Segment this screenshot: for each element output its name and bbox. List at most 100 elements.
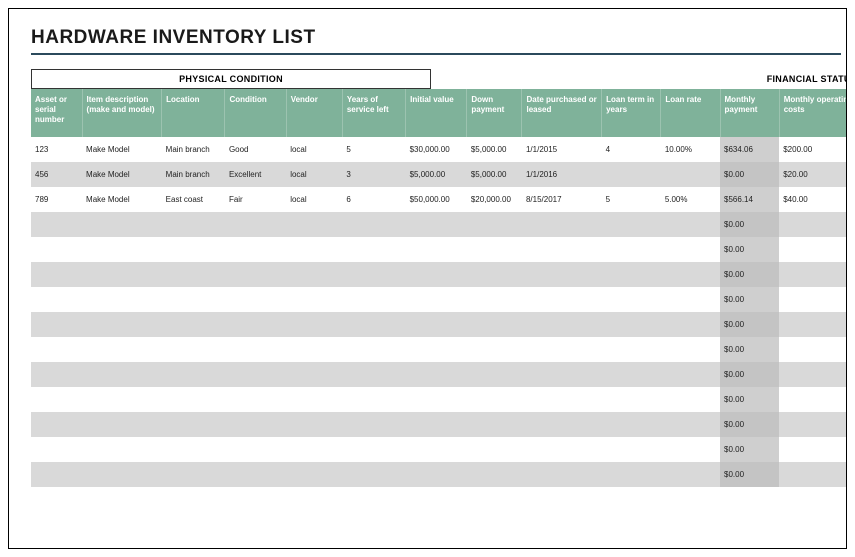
cell-date[interactable]: 1/1/2016 [522, 162, 602, 187]
table-row[interactable]: $0.00 [31, 237, 847, 262]
table-row[interactable]: $0.00 [31, 387, 847, 412]
cell-monthly[interactable]: $0.00 [720, 387, 779, 412]
cell-vendor[interactable] [286, 212, 342, 237]
cell-down[interactable]: $5,000.00 [467, 137, 522, 162]
cell-desc[interactable] [82, 337, 162, 362]
cell-opcost[interactable] [779, 337, 847, 362]
cell-opcost[interactable] [779, 262, 847, 287]
table-row[interactable]: $0.00 [31, 412, 847, 437]
cell-rate[interactable] [661, 387, 720, 412]
cell-rate[interactable] [661, 312, 720, 337]
cell-down[interactable] [467, 387, 522, 412]
cell-monthly[interactable]: $0.00 [720, 287, 779, 312]
cell-asset[interactable]: 123 [31, 137, 82, 162]
cell-desc[interactable] [82, 462, 162, 487]
table-row[interactable]: $0.00 [31, 212, 847, 237]
cell-desc[interactable] [82, 312, 162, 337]
cell-location[interactable] [162, 437, 225, 462]
cell-condition[interactable]: Fair [225, 187, 286, 212]
cell-vendor[interactable] [286, 412, 342, 437]
cell-years[interactable] [342, 287, 405, 312]
cell-years[interactable]: 5 [342, 137, 405, 162]
table-row[interactable]: 456Make ModelMain branchExcellentlocal3$… [31, 162, 847, 187]
cell-vendor[interactable]: local [286, 137, 342, 162]
cell-vendor[interactable] [286, 287, 342, 312]
cell-condition[interactable] [225, 462, 286, 487]
cell-opcost[interactable] [779, 412, 847, 437]
cell-monthly[interactable]: $0.00 [720, 437, 779, 462]
cell-date[interactable] [522, 212, 602, 237]
cell-years[interactable] [342, 337, 405, 362]
cell-vendor[interactable] [286, 437, 342, 462]
cell-opcost[interactable]: $20.00 [779, 162, 847, 187]
cell-opcost[interactable]: $200.00 [779, 137, 847, 162]
cell-vendor[interactable]: local [286, 162, 342, 187]
cell-condition[interactable]: Excellent [225, 162, 286, 187]
cell-opcost[interactable] [779, 437, 847, 462]
cell-vendor[interactable] [286, 312, 342, 337]
cell-term[interactable]: 5 [602, 187, 661, 212]
cell-down[interactable] [467, 212, 522, 237]
cell-term[interactable] [602, 412, 661, 437]
cell-date[interactable] [522, 237, 602, 262]
cell-opcost[interactable] [779, 212, 847, 237]
cell-rate[interactable] [661, 237, 720, 262]
cell-condition[interactable] [225, 287, 286, 312]
cell-down[interactable] [467, 462, 522, 487]
cell-down[interactable]: $5,000.00 [467, 162, 522, 187]
cell-down[interactable] [467, 362, 522, 387]
cell-years[interactable] [342, 437, 405, 462]
cell-desc[interactable] [82, 412, 162, 437]
cell-monthly[interactable]: $0.00 [720, 212, 779, 237]
cell-term[interactable] [602, 162, 661, 187]
cell-vendor[interactable]: local [286, 187, 342, 212]
cell-location[interactable]: Main branch [162, 162, 225, 187]
cell-asset[interactable]: 456 [31, 162, 82, 187]
cell-opcost[interactable]: $40.00 [779, 187, 847, 212]
cell-location[interactable] [162, 262, 225, 287]
cell-term[interactable] [602, 212, 661, 237]
table-row[interactable]: 789Make ModelEast coastFairlocal6$50,000… [31, 187, 847, 212]
cell-location[interactable] [162, 362, 225, 387]
cell-date[interactable] [522, 262, 602, 287]
cell-condition[interactable] [225, 412, 286, 437]
cell-years[interactable] [342, 387, 405, 412]
cell-term[interactable] [602, 237, 661, 262]
cell-asset[interactable] [31, 287, 82, 312]
cell-initial[interactable] [406, 287, 467, 312]
cell-initial[interactable] [406, 437, 467, 462]
cell-initial[interactable]: $30,000.00 [406, 137, 467, 162]
cell-date[interactable]: 1/1/2015 [522, 137, 602, 162]
cell-down[interactable] [467, 337, 522, 362]
cell-down[interactable] [467, 262, 522, 287]
cell-date[interactable] [522, 312, 602, 337]
cell-asset[interactable] [31, 412, 82, 437]
cell-date[interactable] [522, 337, 602, 362]
cell-vendor[interactable] [286, 237, 342, 262]
cell-condition[interactable] [225, 262, 286, 287]
cell-desc[interactable]: Make Model [82, 137, 162, 162]
cell-desc[interactable] [82, 287, 162, 312]
cell-condition[interactable] [225, 387, 286, 412]
cell-condition[interactable] [225, 437, 286, 462]
cell-rate[interactable] [661, 162, 720, 187]
cell-date[interactable]: 8/15/2017 [522, 187, 602, 212]
cell-rate[interactable] [661, 287, 720, 312]
cell-opcost[interactable] [779, 462, 847, 487]
cell-location[interactable] [162, 337, 225, 362]
cell-initial[interactable]: $50,000.00 [406, 187, 467, 212]
cell-date[interactable] [522, 437, 602, 462]
cell-monthly[interactable]: $0.00 [720, 262, 779, 287]
cell-down[interactable]: $20,000.00 [467, 187, 522, 212]
cell-desc[interactable]: Make Model [82, 162, 162, 187]
cell-years[interactable] [342, 237, 405, 262]
cell-condition[interactable] [225, 212, 286, 237]
cell-rate[interactable] [661, 412, 720, 437]
cell-location[interactable] [162, 287, 225, 312]
cell-asset[interactable] [31, 462, 82, 487]
cell-location[interactable] [162, 212, 225, 237]
cell-location[interactable] [162, 237, 225, 262]
table-row[interactable]: $0.00 [31, 462, 847, 487]
cell-asset[interactable] [31, 387, 82, 412]
cell-monthly[interactable]: $0.00 [720, 412, 779, 437]
